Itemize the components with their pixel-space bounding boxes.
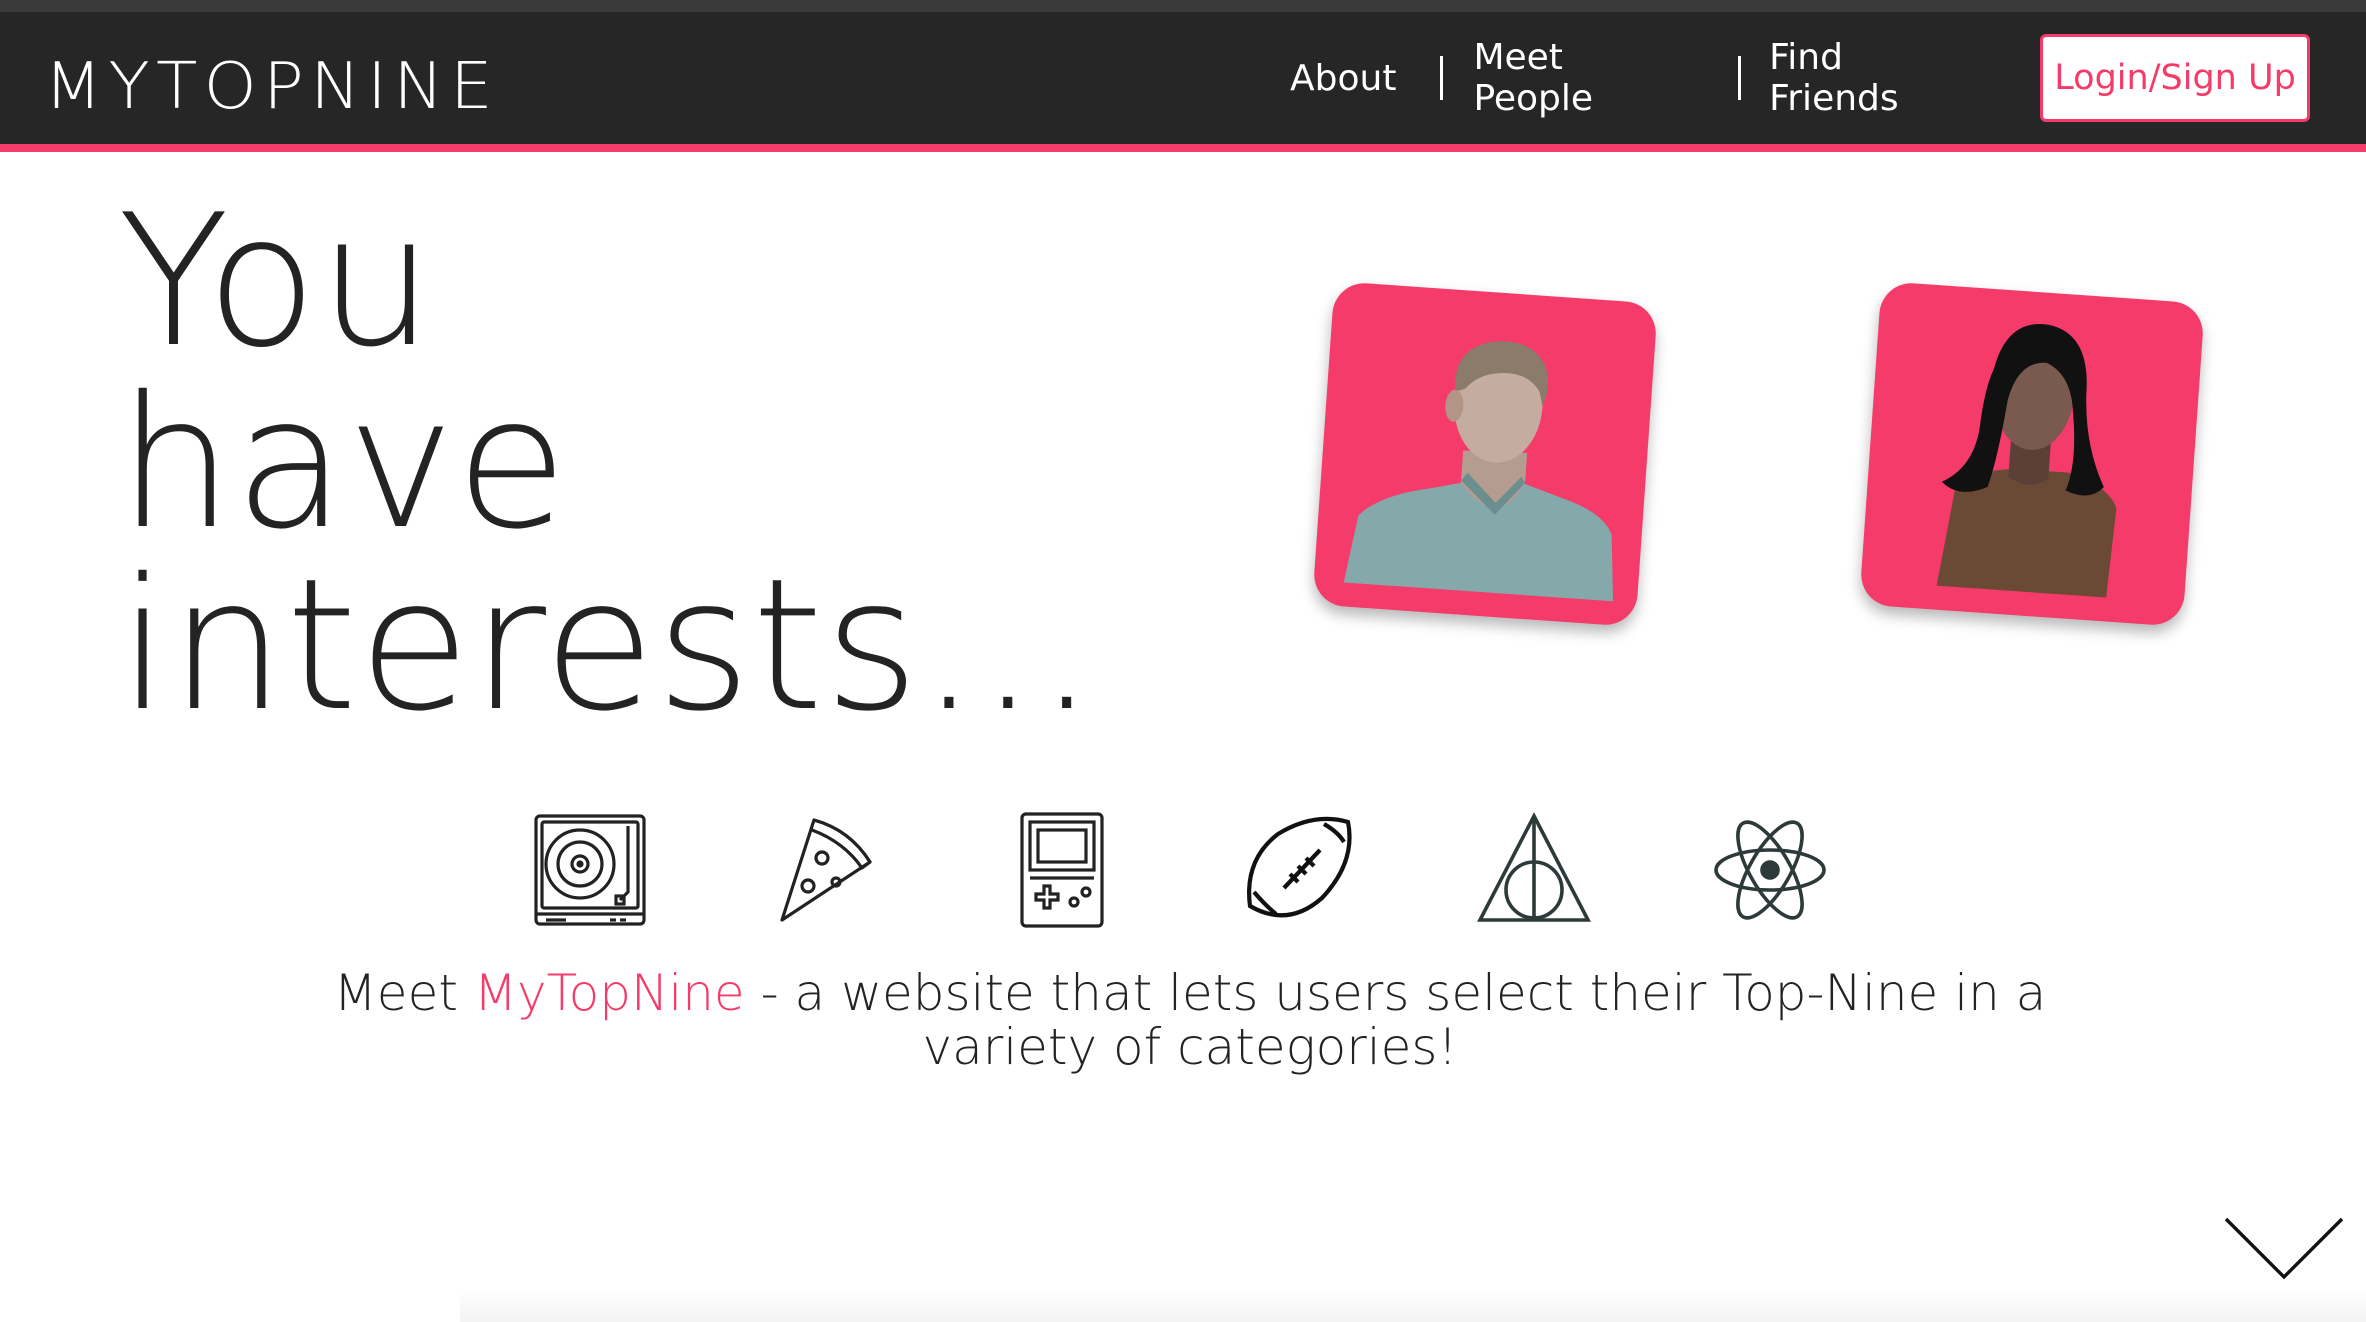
interest-icons-row	[530, 810, 1850, 930]
female-avatar-icon	[1936, 324, 2117, 598]
pizza-icon	[766, 810, 886, 930]
nav-link-meet-people[interactable]: Meet People	[1473, 37, 1692, 119]
female-avatar-card	[1859, 281, 2205, 627]
deathly-hallows-icon	[1474, 810, 1594, 930]
male-avatar-card	[1312, 281, 1658, 627]
chevron-down-icon[interactable]	[2222, 1215, 2346, 1281]
nav-link-find-friends[interactable]: Find Friends	[1769, 37, 1982, 119]
tagline-brand: MyTopNine	[473, 964, 745, 1022]
football-icon	[1238, 810, 1358, 930]
navbar-accent-line	[0, 144, 2366, 152]
browser-top-strip	[0, 0, 2366, 12]
headline-line: You	[118, 175, 435, 387]
headline-line: have	[118, 357, 569, 569]
hero-headline: You have interests...	[118, 190, 1118, 736]
login-signup-button[interactable]: Login/Sign Up	[2040, 34, 2310, 122]
tagline: Meet MyTopNine - a website that lets use…	[280, 966, 2100, 1074]
headline-line: interests...	[118, 539, 1097, 751]
tagline-prefix: Meet	[333, 964, 474, 1022]
tagline-suffix: - a website that lets users select their…	[744, 964, 2047, 1076]
nav-link-about[interactable]: About	[1290, 58, 1396, 99]
nav-divider	[1440, 56, 1444, 100]
logo-text: MYTOPNINE	[44, 54, 499, 116]
gameboy-icon	[1002, 810, 1122, 930]
site-logo[interactable]: MYTOPNINE	[44, 54, 504, 116]
male-avatar-icon	[1343, 341, 1614, 602]
nav-divider	[1738, 56, 1742, 100]
main-nav: About Meet People Find Friends Login/Sig…	[1290, 12, 2310, 144]
bottom-fade	[460, 1290, 2366, 1322]
atom-icon	[1710, 810, 1830, 930]
turntable-icon	[530, 810, 650, 930]
